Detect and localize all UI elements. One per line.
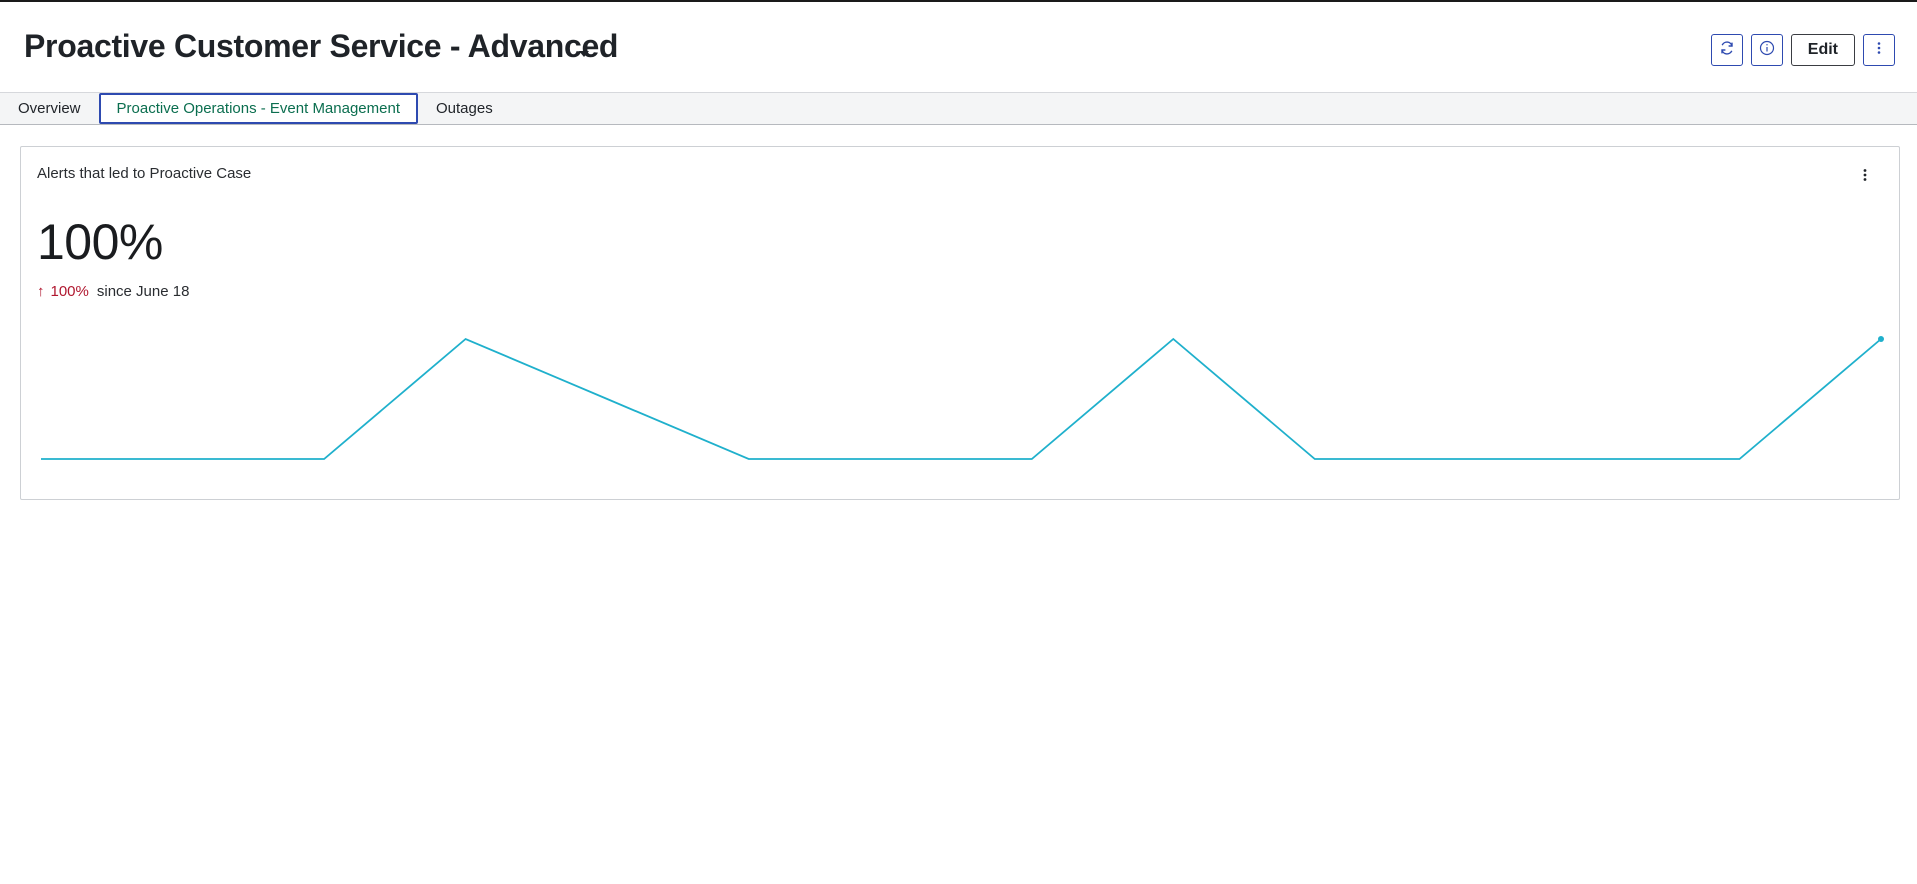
last-data-point — [1878, 336, 1884, 342]
info-icon — [1759, 40, 1775, 61]
chevron-down-icon[interactable] — [576, 46, 592, 62]
tab-outages[interactable]: Outages — [418, 93, 511, 124]
trend-period: since June 18 — [96, 283, 190, 300]
page-title: Proactive Customer Service - Advanced — [24, 28, 619, 64]
app-window: Proactive Customer Service - Advanced Ed… — [0, 0, 1917, 884]
dashboard-tabs: Overview Proactive Operations - Event Ma… — [0, 92, 1917, 125]
refresh-icon — [1719, 40, 1735, 61]
edit-button[interactable]: Edit — [1790, 34, 1855, 66]
header-actions: Edit — [1710, 34, 1895, 66]
tab-overview[interactable]: Overview — [0, 93, 99, 124]
sparkline-chart — [41, 336, 1884, 460]
refresh-button[interactable] — [1710, 34, 1743, 66]
info-button[interactable] — [1750, 34, 1783, 66]
arrow-up-icon: ↑ — [37, 283, 45, 300]
alerts-widget-card: Alerts that led to Proactive Case 100% ↑… — [20, 146, 1900, 500]
kpi-value: 100% — [37, 214, 163, 270]
trend-indicator: ↑ 100% since June 18 — [37, 283, 189, 300]
widget-more-icon[interactable] — [1855, 165, 1875, 185]
tab-proactive-operations-event-management[interactable]: Proactive Operations - Event Management — [98, 93, 418, 124]
widget-title: Alerts that led to Proactive Case — [37, 165, 252, 182]
dashboard-header: Proactive Customer Service - Advanced Ed… — [0, 4, 1917, 92]
more-options-button[interactable] — [1863, 34, 1895, 66]
series-line — [41, 337, 1882, 460]
more-vertical-icon — [1871, 40, 1887, 61]
trend-percent: 100% — [50, 283, 89, 300]
